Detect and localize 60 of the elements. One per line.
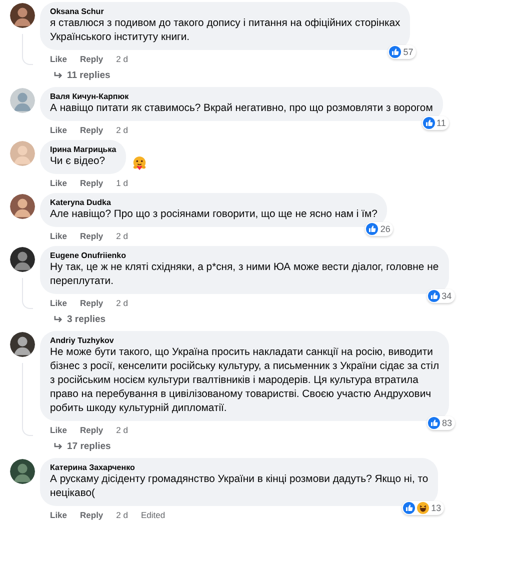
avatar[interactable] xyxy=(10,332,35,357)
comment-text: Не може бути такого, що Україна просить накладати санкції на росію, виводити бізнес з росії, кенселити російську культуру, а письменник з України сідає за стіл з російським носієм культури гвалтівників і мародерів. Ця культура втратила право на перебування в цивілізованому товаристві. Своєю участю Андрухович робить шкоду культурній дипломатії. xyxy=(50,346,440,416)
comment-text: Чи є відео? xyxy=(50,155,106,169)
reaction-count: 34 xyxy=(442,291,452,301)
reaction-count: 57 xyxy=(403,47,414,57)
reaction-count: 83 xyxy=(442,418,452,428)
timestamp[interactable]: 2 d xyxy=(116,510,128,521)
like-link[interactable]: Like xyxy=(50,510,68,521)
timestamp[interactable]: 2 d xyxy=(116,54,128,65)
comment-text: я ставлюся з подивом до такого допису і питання на офіційних сторінках Українського інституту книги. xyxy=(50,17,400,45)
reaction-count: 13 xyxy=(431,503,442,513)
reply-link[interactable]: Reply xyxy=(80,125,104,136)
reaction-badge[interactable]: 34 xyxy=(426,289,455,303)
reaction-badge[interactable]: 13 xyxy=(402,501,444,515)
like-link[interactable]: Like xyxy=(50,54,68,65)
timestamp[interactable]: 2 d xyxy=(116,298,128,309)
avatar[interactable] xyxy=(10,247,35,272)
author-name[interactable]: Валя Кичун-Карпюк xyxy=(50,91,433,102)
timestamp[interactable]: 2 d xyxy=(116,231,128,242)
author-name[interactable]: Andriy Tuzhykov xyxy=(50,335,440,346)
reaction-count: 26 xyxy=(380,224,390,234)
thread-line xyxy=(22,34,33,65)
reaction-badge[interactable]: 57 xyxy=(388,45,416,59)
author-name[interactable]: Ірина Магрицька xyxy=(50,144,116,155)
reply-arrow-icon xyxy=(54,72,63,80)
author-name[interactable]: Kateryna Dudka xyxy=(50,197,378,208)
author-name[interactable]: Eugene Onufriienko xyxy=(50,250,439,261)
avatar[interactable] xyxy=(10,3,35,28)
avatar[interactable] xyxy=(10,459,35,484)
timestamp[interactable]: 2 d xyxy=(116,125,128,136)
timestamp[interactable]: 2 d xyxy=(116,425,128,436)
like-link[interactable]: Like xyxy=(50,231,68,242)
reply-link[interactable]: Reply xyxy=(80,178,104,189)
reaction-badge[interactable]: 83 xyxy=(427,416,456,430)
like-link[interactable]: Like xyxy=(50,178,68,189)
reaction-count: 11 xyxy=(436,118,446,128)
view-replies-button[interactable]: 17 replies xyxy=(54,441,111,452)
view-replies-button[interactable]: 3 replies xyxy=(54,314,106,325)
view-replies-button[interactable]: 11 replies xyxy=(54,70,110,81)
author-name[interactable]: Катерина Захарченко xyxy=(50,462,428,473)
reply-link[interactable]: Reply xyxy=(80,298,104,309)
reply-link[interactable]: Reply xyxy=(80,510,104,521)
thread-line xyxy=(22,278,33,309)
edited-label: Edited xyxy=(141,510,166,521)
reaction-badge[interactable]: 11 xyxy=(422,116,449,130)
like-link[interactable]: Like xyxy=(50,298,68,309)
comment-text: А навіщо питати як ставимось? Вкрай негативно, про що розмовляти з ворогом xyxy=(50,102,433,116)
reply-arrow-icon xyxy=(54,316,63,324)
like-link[interactable]: Like xyxy=(50,425,68,436)
author-name[interactable]: Oksana Schur xyxy=(50,6,400,17)
reaction-badge[interactable]: 26 xyxy=(365,222,394,236)
like-link[interactable]: Like xyxy=(50,125,68,136)
reply-link[interactable]: Reply xyxy=(80,54,104,65)
comment-text: А рускаму дісіденту громадянство України в кінці розмови дадуть? Якщо ні, то нецікаво( xyxy=(50,473,428,501)
comment-text: Але навіщо? Про що з росіянами говорити, що ще не ясно нам і їм? xyxy=(50,208,378,222)
timestamp[interactable]: 1 d xyxy=(116,178,128,189)
reply-arrow-icon xyxy=(54,442,63,450)
reply-link[interactable]: Reply xyxy=(80,425,104,436)
reply-link[interactable]: Reply xyxy=(80,231,104,242)
comment-text: Ну так, це ж не кляті східняки, а р*сня, з ними ЮА може вести діалог, головне не переплутати. xyxy=(50,261,439,289)
